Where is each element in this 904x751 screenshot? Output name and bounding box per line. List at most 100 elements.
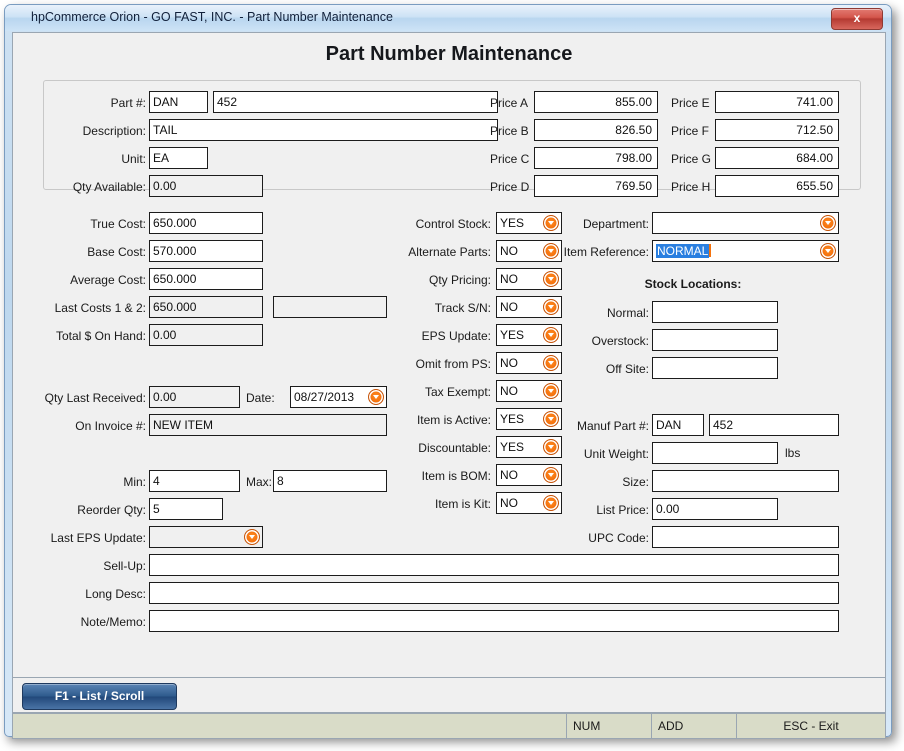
unit-input[interactable]: EA <box>149 147 208 169</box>
item-reference-selected-text: NORMAL <box>656 244 710 258</box>
price-e-input[interactable]: 741.00 <box>715 91 839 113</box>
max-input[interactable]: 8 <box>273 470 387 492</box>
item-reference-combo[interactable]: NORMAL <box>652 240 839 262</box>
overstock-location-label: Overstock: <box>591 334 649 348</box>
normal-location-input[interactable] <box>652 301 778 323</box>
manuf-part-number-input[interactable]: 452 <box>709 414 839 436</box>
true-cost-input[interactable]: 650.000 <box>149 212 263 234</box>
total-on-hand-label: Total $ On Hand: <box>55 329 146 343</box>
price-a-label: Price A <box>490 96 529 110</box>
discountable-label: Discountable: <box>418 441 491 455</box>
sell-up-input[interactable] <box>149 554 839 576</box>
item-reference-input[interactable]: NORMAL <box>652 240 839 262</box>
min-input[interactable]: 4 <box>149 470 240 492</box>
part-number-input[interactable]: 452 <box>213 91 498 113</box>
true-cost-label: True Cost: <box>90 217 146 231</box>
chevron-down-icon[interactable] <box>543 467 559 483</box>
long-desc-input[interactable] <box>149 582 839 604</box>
unit-weight-input[interactable] <box>652 442 778 464</box>
function-key-bar: F1 - List / Scroll <box>12 677 886 713</box>
track-sn-combo[interactable]: NO <box>496 296 562 318</box>
f1-list-scroll-button[interactable]: F1 - List / Scroll <box>22 683 177 710</box>
average-cost-input[interactable]: 650.000 <box>149 268 263 290</box>
price-d-label: Price D <box>490 180 530 194</box>
department-label: Department: <box>582 217 649 231</box>
description-input[interactable]: TAIL <box>149 119 498 141</box>
item-is-bom-combo[interactable]: NO <box>496 464 562 486</box>
sell-up-label: Sell-Up: <box>103 559 146 573</box>
qty-pricing-combo[interactable]: NO <box>496 268 562 290</box>
normal-location-label: Normal: <box>606 306 649 320</box>
part-prefix-input[interactable]: DAN <box>149 91 208 113</box>
unit-weight-label: Unit Weight: <box>583 447 649 461</box>
status-add-cell: ADD <box>652 714 737 738</box>
department-combo[interactable] <box>652 212 839 234</box>
page-title: Part Number Maintenance <box>325 43 573 65</box>
date-combo[interactable]: 08/27/2013 <box>290 386 387 408</box>
price-b-input[interactable]: 826.50 <box>534 119 658 141</box>
reorder-qty-input[interactable]: 5 <box>149 498 223 520</box>
off-site-location-input[interactable] <box>652 357 778 379</box>
base-cost-label: Base Cost: <box>87 245 146 259</box>
note-memo-input[interactable] <box>149 610 839 632</box>
reorder-qty-label: Reorder Qty: <box>77 503 146 517</box>
form-client-area: Part Number Maintenance Part #: DAN 452 … <box>12 32 886 692</box>
qty-last-received-label: Qty Last Received: <box>44 391 146 405</box>
price-c-label: Price C <box>490 152 530 166</box>
omit-from-ps-combo[interactable]: NO <box>496 352 562 374</box>
size-input[interactable] <box>652 470 839 492</box>
price-c-input[interactable]: 798.00 <box>534 147 658 169</box>
chevron-down-icon[interactable] <box>820 215 836 231</box>
unit-label: Unit: <box>121 152 146 166</box>
tax-exempt-label: Tax Exempt: <box>424 385 491 399</box>
last-eps-update-label: Last EPS Update: <box>50 531 146 545</box>
max-label: Max: <box>246 475 273 489</box>
department-input[interactable] <box>652 212 839 234</box>
total-on-hand-input: 0.00 <box>149 324 263 346</box>
off-site-location-label: Off Site: <box>605 362 649 376</box>
status-esc-exit-cell: ESC - Exit <box>783 719 839 733</box>
list-price-input[interactable]: 0.00 <box>652 498 778 520</box>
price-h-input[interactable]: 655.50 <box>715 175 839 197</box>
price-a-input[interactable]: 855.00 <box>534 91 658 113</box>
text-caret <box>709 244 712 257</box>
omit-from-ps-label: Omit from PS: <box>415 357 491 371</box>
chevron-down-icon[interactable] <box>244 529 260 545</box>
description-label: Description: <box>82 124 146 138</box>
application-window: hpCommerce Orion - GO FAST, INC. - Part … <box>4 4 892 739</box>
last-costs-label: Last Costs 1 & 2: <box>54 301 146 315</box>
close-button[interactable]: x <box>831 8 883 30</box>
price-d-input[interactable]: 769.50 <box>534 175 658 197</box>
price-g-input[interactable]: 684.00 <box>715 147 839 169</box>
item-is-active-label: Item is Active: <box>416 413 491 427</box>
upc-code-input[interactable] <box>652 526 839 548</box>
tax-exempt-combo[interactable]: NO <box>496 380 562 402</box>
size-label: Size: <box>622 475 649 489</box>
last-cost-2-input <box>273 296 387 318</box>
price-e-label: Price E <box>671 96 710 110</box>
status-message-cell <box>13 714 567 738</box>
item-is-bom-label: Item is BOM: <box>421 469 491 483</box>
last-cost-1-input: 650.000 <box>149 296 263 318</box>
item-is-kit-combo[interactable]: NO <box>496 492 562 514</box>
qty-pricing-label: Qty Pricing: <box>428 273 491 287</box>
note-memo-label: Note/Memo: <box>80 615 146 629</box>
price-f-label: Price F <box>671 124 710 138</box>
long-desc-label: Long Desc: <box>85 587 146 601</box>
last-eps-update-combo[interactable] <box>149 526 263 548</box>
overstock-location-input[interactable] <box>652 329 778 351</box>
price-h-label: Price H <box>671 180 711 194</box>
price-b-label: Price B <box>490 124 529 138</box>
date-label: Date: <box>246 391 275 405</box>
chevron-down-icon[interactable] <box>543 271 559 287</box>
chevron-down-icon[interactable] <box>820 243 836 259</box>
track-sn-label: Track S/N: <box>434 301 491 315</box>
min-label: Min: <box>123 475 146 489</box>
manuf-part-prefix-input[interactable]: DAN <box>652 414 704 436</box>
status-num-cell: NUM <box>567 714 652 738</box>
on-invoice-label: On Invoice #: <box>75 419 146 433</box>
price-g-label: Price G <box>671 152 712 166</box>
price-f-input[interactable]: 712.50 <box>715 119 839 141</box>
chevron-down-icon[interactable] <box>543 383 559 399</box>
base-cost-input[interactable]: 570.000 <box>149 240 263 262</box>
